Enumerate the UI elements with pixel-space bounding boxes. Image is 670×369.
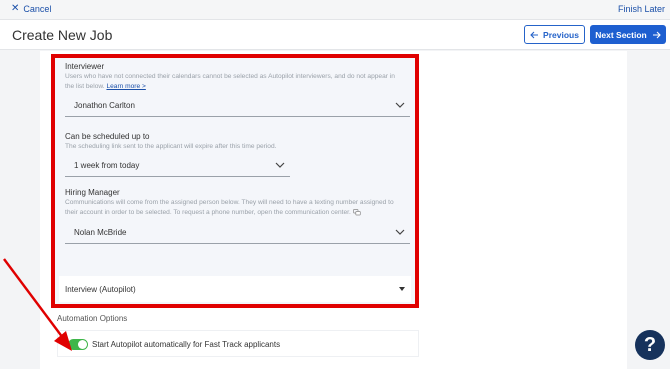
interviewer-select[interactable]: Jonathon Carlton — [65, 97, 410, 117]
page-title: Create New Job — [12, 27, 113, 43]
help-icon: ? — [643, 333, 657, 356]
close-icon: ✕ — [11, 3, 20, 14]
interviewer-help: Users who have not connected their calen… — [65, 72, 415, 92]
schedule-help: The scheduling link sent to the applican… — [65, 143, 277, 150]
hiring-manager-value: Nolan McBride — [74, 228, 127, 237]
autopilot-toggle-row: Start Autopilot automatically for Fast T… — [57, 330, 419, 357]
learn-more-link[interactable]: Learn more > — [106, 83, 145, 90]
previous-button[interactable]: Previous — [524, 25, 585, 44]
interviewer-help-line-1: Users who have not connected their calen… — [65, 73, 395, 80]
schedule-value: 1 week from today — [74, 161, 140, 170]
interviewer-help-line-2: the list below. Learn more > — [65, 82, 415, 92]
hiring-manager-label: Hiring Manager — [65, 188, 120, 197]
schedule-label: Can be scheduled up to — [65, 132, 150, 141]
chevron-down-icon — [395, 102, 405, 108]
page-header: Create New Job Previous Next Section — [0, 20, 670, 50]
form-card — [55, 58, 415, 308]
caret-down-icon — [399, 287, 405, 291]
chat-icon — [352, 208, 361, 216]
interviewer-help-text: the list below. — [65, 83, 105, 90]
hiring-manager-help-text: their account in order to be selected. T… — [65, 209, 351, 216]
autopilot-toggle-label: Start Autopilot automatically for Fast T… — [92, 340, 281, 349]
hiring-manager-help: Communications will come from the assign… — [65, 198, 415, 218]
interview-type-dropdown[interactable]: Interview (Autopilot) — [59, 276, 411, 302]
arrow-right-icon — [652, 31, 661, 38]
next-section-label: Next Section — [595, 29, 647, 40]
annotation-arrow — [3, 258, 72, 351]
schedule-select[interactable]: 1 week from today — [65, 157, 290, 177]
interviewer-label: Interviewer — [65, 62, 105, 71]
interviewer-value: Jonathon Carlton — [74, 101, 135, 110]
arrow-left-icon — [530, 31, 539, 38]
hiring-manager-help-line-1: Communications will come from the assign… — [65, 199, 394, 206]
cancel-label: Cancel — [23, 4, 52, 14]
previous-label: Previous — [543, 29, 579, 40]
help-button[interactable]: ? — [635, 330, 665, 360]
top-bar: ✕ Cancel Finish Later — [0, 0, 670, 20]
next-section-button[interactable]: Next Section — [590, 25, 666, 44]
chevron-down-icon — [275, 162, 285, 168]
finish-later-link[interactable]: Finish Later — [618, 4, 665, 14]
cancel-link[interactable]: ✕ Cancel — [11, 3, 52, 15]
chevron-down-icon — [395, 229, 405, 235]
hiring-manager-help-line-2: their account in order to be selected. T… — [65, 208, 415, 218]
hiring-manager-select[interactable]: Nolan McBride — [65, 224, 410, 244]
